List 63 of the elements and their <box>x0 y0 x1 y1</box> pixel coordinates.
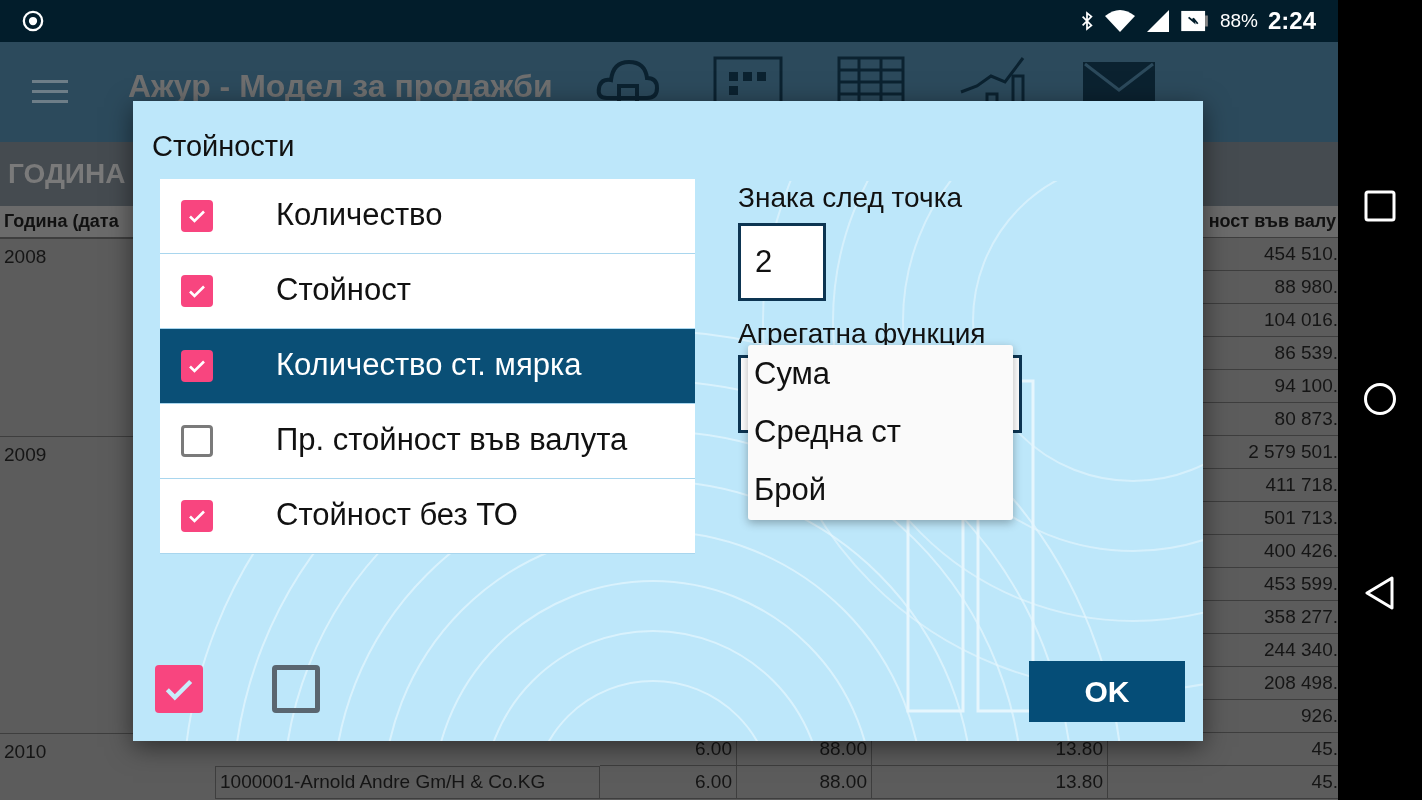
table-cell-text: 88.00 <box>819 736 867 761</box>
clock: 2:24 <box>1267 6 1316 36</box>
table-cell-text: 88.00 <box>819 769 867 794</box>
table-cell-text: 2 579 501. <box>1248 439 1338 464</box>
back-icon[interactable] <box>1364 576 1396 610</box>
table-cell-text: 88 980. <box>1274 274 1338 299</box>
dropdown-option[interactable]: Средна ст <box>748 403 1013 462</box>
table-cell-text: 926. <box>1301 703 1338 728</box>
option-label: Стойност без ТО <box>276 496 518 535</box>
table-cell-text: 13.80 <box>1055 769 1103 794</box>
option-row[interactable]: Стойност <box>160 253 695 329</box>
table-cell-text: 13.80 <box>1055 736 1103 761</box>
table-cell-text: 6.00 <box>695 736 732 761</box>
record-icon <box>22 10 44 32</box>
table-cell-text: 358 277. <box>1264 604 1338 629</box>
year-cell: 2008 <box>4 246 47 267</box>
app-title: Ажур - Модел за продажби <box>128 67 553 106</box>
bluetooth-icon <box>1079 10 1094 32</box>
checkbox[interactable] <box>181 349 213 382</box>
checkbox[interactable] <box>181 424 213 457</box>
dialog-title: Стойности <box>152 129 296 164</box>
customer-cell-text: 1000001-Arnold Andre Gm/H & Co.KG <box>220 770 546 795</box>
signal-icon <box>1145 9 1170 33</box>
checkbox[interactable] <box>181 199 213 232</box>
table-cell-text: 411 718. <box>1265 472 1338 497</box>
table-cell-text: 6.00 <box>695 769 732 794</box>
table-cell-text: 453 599. <box>1264 571 1338 596</box>
wifi-icon <box>1103 9 1136 33</box>
home-icon[interactable] <box>1363 382 1397 416</box>
table-cell-text: 94 100. <box>1274 373 1338 398</box>
recents-icon[interactable] <box>1364 190 1396 222</box>
option-label: Пр. стойност във валута <box>276 421 628 460</box>
table-cell-text: 244 340. <box>1264 637 1338 662</box>
table-cell-text: 45. <box>1311 769 1338 794</box>
checkbox[interactable] <box>181 499 213 532</box>
ok-button[interactable]: OK <box>1029 661 1185 722</box>
option-label: Количество ст. мярка <box>276 346 582 385</box>
table-cell-text: 501 713. <box>1264 505 1338 530</box>
year-cell: 2010 <box>4 741 47 762</box>
option-label: Стойност <box>276 271 411 310</box>
year-cell: 2009 <box>4 444 47 465</box>
table-cell-text: 104 016. <box>1264 307 1338 332</box>
checkbox[interactable] <box>181 274 213 307</box>
table-cell-text: 45. <box>1311 736 1338 761</box>
field-label: Знака след точка <box>738 181 964 215</box>
table-cell-text: 208 498. <box>1264 670 1338 695</box>
table-cell-text: 86 539. <box>1274 340 1338 365</box>
option-row[interactable]: Пр. стойност във валута <box>160 403 695 479</box>
option-label: Количество <box>276 196 443 235</box>
battery-percent: 88% <box>1219 8 1258 33</box>
checkbox[interactable] <box>155 665 203 713</box>
table-cell-text: 80 873. <box>1274 406 1338 431</box>
battery-icon <box>1179 10 1210 32</box>
option-row[interactable]: Стойност без ТО <box>160 478 695 554</box>
column-header: Година (дата <box>3 210 119 233</box>
checkbox[interactable] <box>272 665 320 713</box>
dropdown-option[interactable]: Брой <box>748 461 1013 520</box>
table-cell-text: 400 426. <box>1264 538 1338 563</box>
option-row[interactable]: Количество <box>160 178 695 254</box>
decimals-field[interactable]: 2 <box>738 223 826 301</box>
table-cell-text: 454 510. <box>1264 241 1338 266</box>
column-header: ност във валу <box>1208 210 1337 233</box>
option-row[interactable]: Количество ст. мярка <box>160 328 695 404</box>
